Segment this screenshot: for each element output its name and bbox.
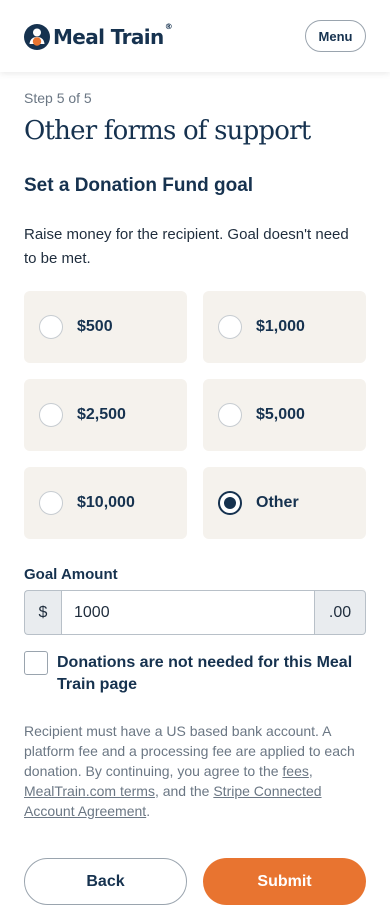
terms-link[interactable]: MealTrain.com terms xyxy=(24,783,155,799)
currency-prefix: $ xyxy=(24,590,61,635)
radio-button[interactable] xyxy=(218,403,242,427)
goal-amount-input[interactable] xyxy=(61,590,315,635)
goal-amount-group: $ .00 xyxy=(24,590,366,635)
option-label: $5,000 xyxy=(256,406,305,423)
goal-option-10000[interactable]: $10,000 xyxy=(24,467,187,539)
registered-mark: ® xyxy=(164,22,173,31)
fee-disclaimer: Recipient must have a US based bank acco… xyxy=(24,721,366,821)
radio-button-selected[interactable] xyxy=(218,491,242,515)
step-indicator: Step 5 of 5 xyxy=(24,90,92,106)
goal-option-other[interactable]: Other xyxy=(203,467,366,539)
submit-button[interactable]: Submit xyxy=(203,858,366,905)
menu-button[interactable]: Menu xyxy=(305,20,366,52)
donations-not-needed-checkbox[interactable] xyxy=(24,651,48,675)
goal-amount-label: Goal Amount xyxy=(24,566,118,583)
donations-not-needed-row[interactable]: Donations are not needed for this Meal T… xyxy=(24,651,366,696)
disclaimer-separator: , xyxy=(308,763,313,779)
radio-button[interactable] xyxy=(39,315,63,339)
goal-option-1000[interactable]: $1,000 xyxy=(203,291,366,363)
donations-not-needed-label[interactable]: Donations are not needed for this Meal T… xyxy=(57,652,366,696)
option-label: $500 xyxy=(77,318,113,335)
goal-option-500[interactable]: $500 xyxy=(24,291,187,363)
option-label: $2,500 xyxy=(77,406,126,423)
radio-button[interactable] xyxy=(39,403,63,427)
option-label: $10,000 xyxy=(77,494,135,511)
option-label: $1,000 xyxy=(256,318,305,335)
meal-train-logo-icon xyxy=(24,24,50,50)
section-description: Raise money for the recipient. Goal does… xyxy=(24,226,349,267)
goal-option-2500[interactable]: $2,500 xyxy=(24,379,187,451)
cents-suffix: .00 xyxy=(315,590,366,635)
brand-name: Meal Train® xyxy=(53,22,173,49)
fees-link[interactable]: fees xyxy=(282,763,308,779)
disclaimer-separator: , and the xyxy=(154,783,214,799)
radio-button[interactable] xyxy=(39,491,63,515)
back-button[interactable]: Back xyxy=(24,858,187,905)
option-label: Other xyxy=(256,494,299,511)
radio-button[interactable] xyxy=(218,315,242,339)
disclaimer-end: . xyxy=(146,803,151,819)
top-header: Meal Train® Menu xyxy=(0,0,390,72)
section-title: Set a Donation Fund goal xyxy=(24,175,254,196)
page-title: Other forms of support xyxy=(24,116,311,146)
meal-train-logo[interactable]: Meal Train® xyxy=(24,22,173,51)
goal-option-5000[interactable]: $5,000 xyxy=(203,379,366,451)
